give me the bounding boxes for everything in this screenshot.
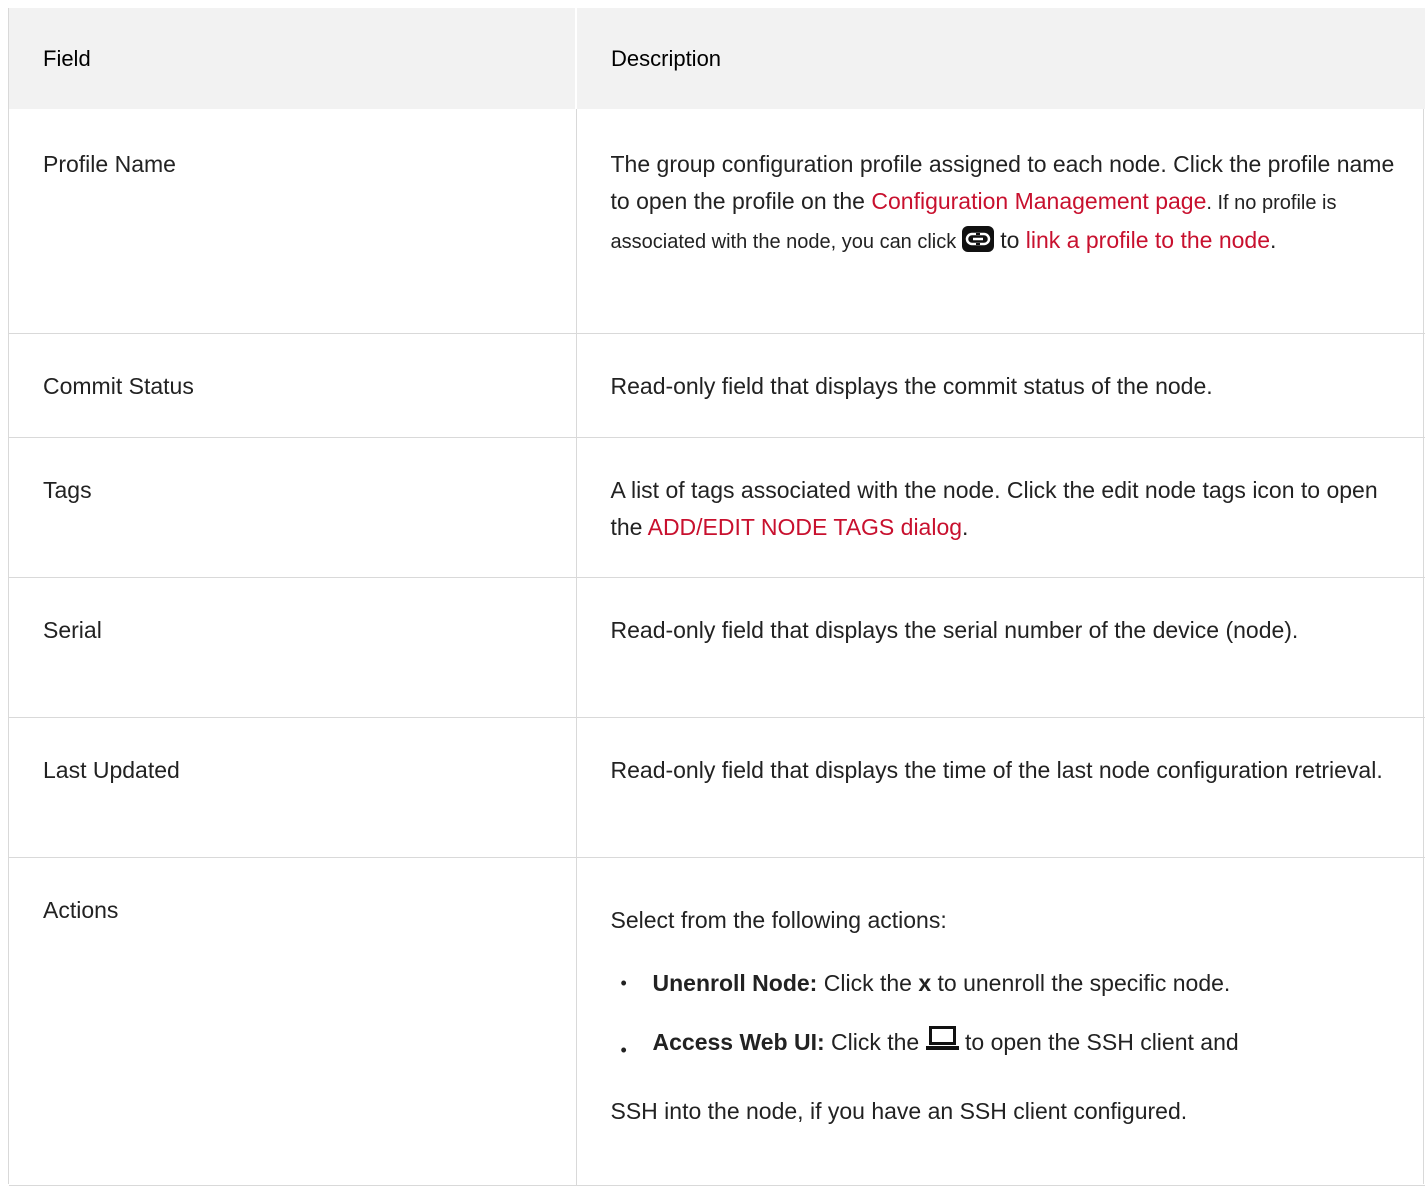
list-item: • Unenroll Node: Click the x to unenroll… — [611, 965, 1398, 1002]
description-text: Read-only field that displays the time o… — [610, 756, 1383, 783]
field-tags: Tags — [43, 476, 92, 503]
table-row: Actions Select from the following action… — [9, 857, 1425, 1186]
description-text: . — [962, 513, 969, 540]
actions-continuation: SSH into the node, if you have an SSH cl… — [610, 1097, 1188, 1124]
table-row: Commit Status Read-only field that displ… — [9, 333, 1425, 438]
description-cell: Read-only field that displays the serial… — [576, 577, 1425, 718]
field-cell: Tags — [9, 437, 577, 578]
link-profile-link[interactable]: link a profile to the node — [1026, 227, 1270, 253]
actions-list: • Unenroll Node: Click the x to unenroll… — [611, 965, 1398, 1061]
link-icon — [961, 226, 994, 252]
description-text: to — [993, 227, 1026, 253]
field-cell: Last Updated — [9, 717, 577, 858]
field-profile-name: Profile Name — [43, 151, 176, 177]
description-cell: Read-only field that displays the commit… — [576, 333, 1425, 438]
actions-intro: Select from the following actions: — [610, 906, 947, 933]
table-row: Last Updated Read-only field that displa… — [9, 717, 1425, 858]
field-actions: Actions — [43, 896, 119, 923]
field-commit-status: Commit Status — [43, 372, 194, 399]
field-last-updated: Last Updated — [43, 756, 180, 783]
configuration-management-link[interactable]: Configuration Management page — [871, 188, 1206, 214]
fields-table: Field Description Profile Name The group… — [9, 8, 1425, 1186]
description-cell: A list of tags associated with the node.… — [576, 437, 1425, 578]
laptop-icon — [925, 1024, 959, 1052]
field-serial: Serial — [43, 616, 102, 643]
list-item-text: to unenroll the specific node. — [931, 969, 1231, 996]
description-cell: Select from the following actions: • Une… — [576, 857, 1425, 1186]
table-frame: Field Description Profile Name The group… — [8, 8, 1425, 1186]
table-row: Tags A list of tags associated with the … — [9, 437, 1425, 578]
access-web-ui-label: Access Web UI: — [652, 1028, 825, 1055]
unenroll-x: x — [918, 969, 932, 996]
header-description: Description — [576, 8, 1425, 109]
description-text: Read-only field that displays the serial… — [610, 616, 1299, 643]
description-cell: Read-only field that displays the time o… — [576, 717, 1425, 858]
field-cell: Commit Status — [9, 333, 577, 438]
table-row: Profile Name The group configuration pro… — [9, 109, 1425, 334]
field-cell: Serial — [9, 577, 577, 718]
field-cell: Actions — [9, 857, 577, 1186]
description-cell: The group configuration profile assigned… — [576, 109, 1425, 334]
bullet-icon: • — [620, 972, 627, 993]
bullet-icon: • — [620, 1039, 627, 1060]
table-header-row: Field Description — [9, 8, 1425, 109]
list-item: • Access Web UI: Click the to open the S… — [611, 1024, 1398, 1061]
description-text: . — [1270, 227, 1277, 253]
list-item-text: Click the — [824, 1028, 926, 1055]
table-row: Serial Read-only field that displays the… — [9, 577, 1425, 718]
list-item-text: Click the — [817, 969, 919, 996]
unenroll-node-label: Unenroll Node: — [652, 969, 818, 996]
description-text: Read-only field that displays the commit… — [610, 372, 1213, 399]
field-cell: Profile Name — [9, 109, 577, 334]
list-item-text: to open the SSH client and — [958, 1028, 1239, 1055]
add-edit-node-tags-link[interactable]: ADD/EDIT NODE TAGS dialog — [648, 514, 962, 540]
header-field: Field — [9, 8, 577, 109]
